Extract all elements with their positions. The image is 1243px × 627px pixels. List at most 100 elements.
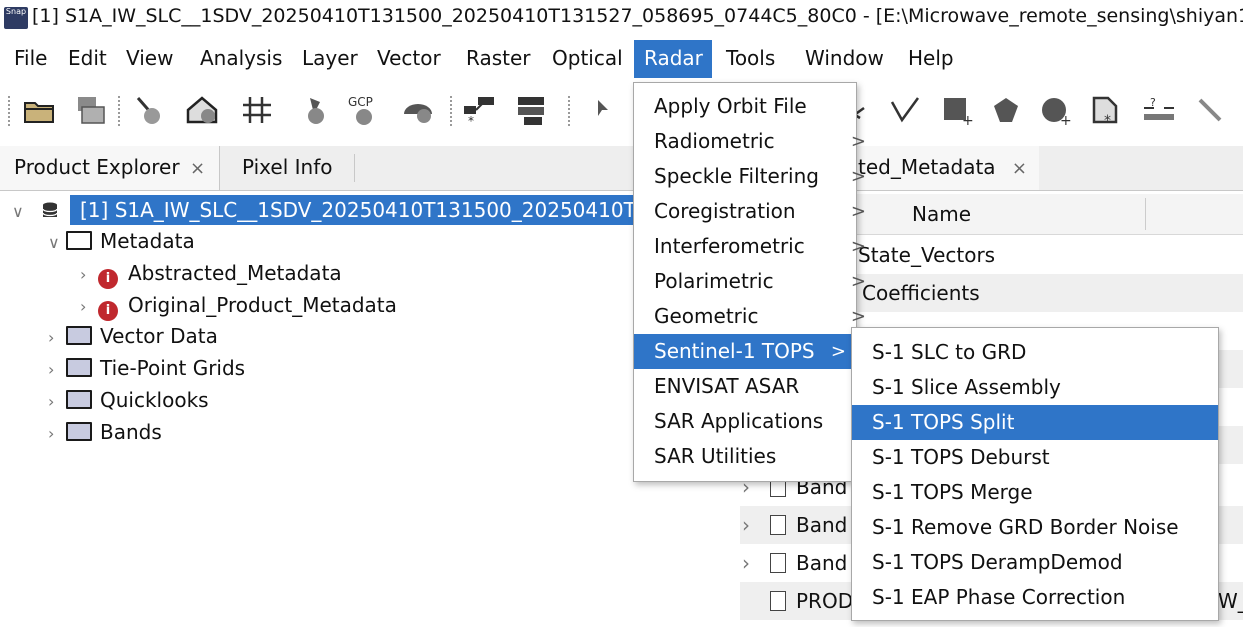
home-tool-icon[interactable] <box>184 94 220 126</box>
menu-item-sentinel-1-tops[interactable]: Sentinel-1 TOPS > <box>634 334 856 369</box>
menu-item-tops-derampdemod[interactable]: S-1 TOPS DerampDemod <box>852 545 1218 580</box>
tab-label: Pixel Info <box>242 155 333 179</box>
tree-row-quicklooks[interactable]: › Quicklooks <box>48 385 209 415</box>
column-header-name[interactable]: Name <box>912 194 971 234</box>
ellipse-tool-icon[interactable] <box>400 94 436 126</box>
menu-item-label: S-1 Slice Assembly <box>872 375 1061 399</box>
tree-label: Vector Data <box>100 324 218 348</box>
select-tool-icon[interactable] <box>594 94 614 126</box>
menu-item-speckle-filtering[interactable]: Speckle Filtering > <box>634 159 876 194</box>
menu-item-label: S-1 TOPS Split <box>872 410 1015 434</box>
row-label: PROD <box>796 589 854 613</box>
tab-close-icon[interactable]: × <box>1012 158 1027 179</box>
chevron-right-icon[interactable]: › <box>80 292 98 322</box>
menu-item-slc-to-grd[interactable]: S-1 SLC to GRD <box>852 335 1218 370</box>
chevron-right-icon[interactable]: › <box>80 260 98 290</box>
tree-label: Original_Product_Metadata <box>128 293 397 317</box>
menu-item-coregistration[interactable]: Coregistration > <box>634 194 876 229</box>
tab-pixel-info[interactable]: Pixel Info <box>228 146 346 190</box>
save-product-icon[interactable] <box>74 94 108 126</box>
app-icon-text: Snap <box>5 7 27 16</box>
draw-ellipse-icon[interactable]: + <box>1038 94 1074 126</box>
menu-item-remove-grd-border-noise[interactable]: S-1 Remove GRD Border Noise <box>852 510 1218 545</box>
menu-item-tops-split[interactable]: S-1 TOPS Split <box>852 405 1218 440</box>
menu-edit[interactable]: Edit <box>58 40 117 78</box>
menu-item-apply-orbit-file[interactable]: Apply Orbit File <box>634 89 876 124</box>
tab-close-icon[interactable]: × <box>190 158 205 179</box>
menu-radar[interactable]: Radar <box>634 40 712 78</box>
draw-polygon-icon[interactable] <box>988 94 1024 126</box>
tree-label: Metadata <box>100 229 195 253</box>
row-label: Band <box>796 551 848 575</box>
tab-label: Product Explorer <box>14 155 180 179</box>
menu-optical[interactable]: Optical <box>542 40 633 78</box>
tree-row-abstracted-metadata[interactable]: › i Abstracted_Metadata <box>80 258 342 290</box>
menu-item-geometric[interactable]: Geometric > <box>634 299 876 334</box>
gcp-tool-icon[interactable]: GCP <box>344 94 384 126</box>
batch-processing-icon[interactable] <box>514 94 550 126</box>
person-tool-icon[interactable] <box>296 94 330 126</box>
tree-row-product[interactable]: ∨ [1] S1A_IW_SLC__1SDV_20250410T131500_2… <box>0 195 640 225</box>
menu-file[interactable]: File <box>4 40 57 78</box>
tree-row-metadata[interactable]: ∨ Metadata <box>48 226 195 256</box>
menu-tools[interactable]: Tools <box>716 40 785 78</box>
new-vector-icon[interactable]: * <box>1088 94 1124 126</box>
menu-item-polarimetric[interactable]: Polarimetric > <box>634 264 876 299</box>
wand-tool-icon[interactable] <box>1196 94 1226 126</box>
chevron-down-icon[interactable]: ∨ <box>48 228 66 258</box>
menu-item-envisat-asar[interactable]: ENVISAT ASAR> <box>634 369 876 404</box>
draw-polyline-icon[interactable] <box>888 94 922 126</box>
open-product-icon[interactable] <box>22 94 56 126</box>
menu-item-label: Sentinel-1 TOPS <box>654 339 815 363</box>
chevron-right-icon[interactable]: › <box>48 387 66 417</box>
menu-item-label: ENVISAT ASAR <box>654 374 800 398</box>
menu-layer[interactable]: Layer <box>292 40 368 78</box>
folder-open-icon <box>66 231 92 250</box>
chevron-down-icon[interactable]: ∨ <box>12 195 30 227</box>
menu-analysis[interactable]: Analysis <box>190 40 292 78</box>
tab-product-explorer[interactable]: Product Explorer × <box>0 146 221 190</box>
menu-item-radiometric[interactable]: Radiometric > <box>634 124 876 159</box>
database-icon <box>42 195 66 225</box>
menu-item-slice-assembly[interactable]: S-1 Slice Assembly <box>852 370 1218 405</box>
menu-vector[interactable]: Vector <box>367 40 451 78</box>
menu-item-sar-applications[interactable]: SAR Applications> <box>634 404 876 439</box>
column-divider[interactable] <box>1145 198 1146 230</box>
chevron-right-icon[interactable]: › <box>742 506 750 544</box>
menu-item-label: Interferometric <box>654 234 805 258</box>
menu-help[interactable]: Help <box>898 40 964 78</box>
grid-tool-icon[interactable] <box>240 94 274 126</box>
menu-item-label: S-1 TOPS Deburst <box>872 445 1050 469</box>
measure-tool-icon[interactable]: ? <box>1140 94 1178 126</box>
title-bar: Snap [1] S1A_IW_SLC__1SDV_20250410T13150… <box>0 0 1243 36</box>
tree-row-vector-data[interactable]: › Vector Data <box>48 321 218 351</box>
draw-rectangle-icon[interactable]: + <box>940 94 974 126</box>
menu-view[interactable]: View <box>116 40 183 78</box>
chevron-right-icon[interactable]: › <box>48 323 66 353</box>
tree-row-original-metadata[interactable]: › i Original_Product_Metadata <box>80 290 397 322</box>
chevron-right-icon[interactable]: › <box>48 355 66 385</box>
toolbar-separator <box>450 96 456 126</box>
menu-item-interferometric[interactable]: Interferometric > <box>634 229 876 264</box>
menu-raster[interactable]: Raster <box>456 40 541 78</box>
menu-item-sar-utilities[interactable]: SAR Utilities> <box>634 439 876 474</box>
pin-tool-icon[interactable] <box>130 94 164 126</box>
graph-builder-icon[interactable]: * <box>462 94 498 126</box>
toolbar-separator <box>118 96 124 126</box>
row-label: Coefficients <box>862 281 980 305</box>
chevron-right-icon[interactable]: › <box>48 419 66 449</box>
product-name[interactable]: [1] S1A_IW_SLC__1SDV_20250410T131500_202… <box>70 195 640 225</box>
menu-item-tops-deburst[interactable]: S-1 TOPS Deburst <box>852 440 1218 475</box>
menu-window[interactable]: Window <box>795 40 894 78</box>
chevron-right-icon[interactable]: › <box>742 544 750 582</box>
gcp-label: GCP <box>348 95 373 109</box>
menu-item-label: Speckle Filtering <box>654 164 819 188</box>
menu-item-eap-phase-correction[interactable]: S-1 EAP Phase Correction <box>852 580 1218 615</box>
tree-row-bands[interactable]: › Bands <box>48 417 162 447</box>
tree-row-tie-point-grids[interactable]: › Tie-Point Grids <box>48 353 245 383</box>
menu-item-label: Apply Orbit File <box>654 94 807 118</box>
menu-item-tops-merge[interactable]: S-1 TOPS Merge <box>852 475 1218 510</box>
svg-text:+: + <box>1060 113 1072 126</box>
tree-label: Abstracted_Metadata <box>128 261 342 285</box>
chevron-right-icon: > <box>850 166 866 187</box>
